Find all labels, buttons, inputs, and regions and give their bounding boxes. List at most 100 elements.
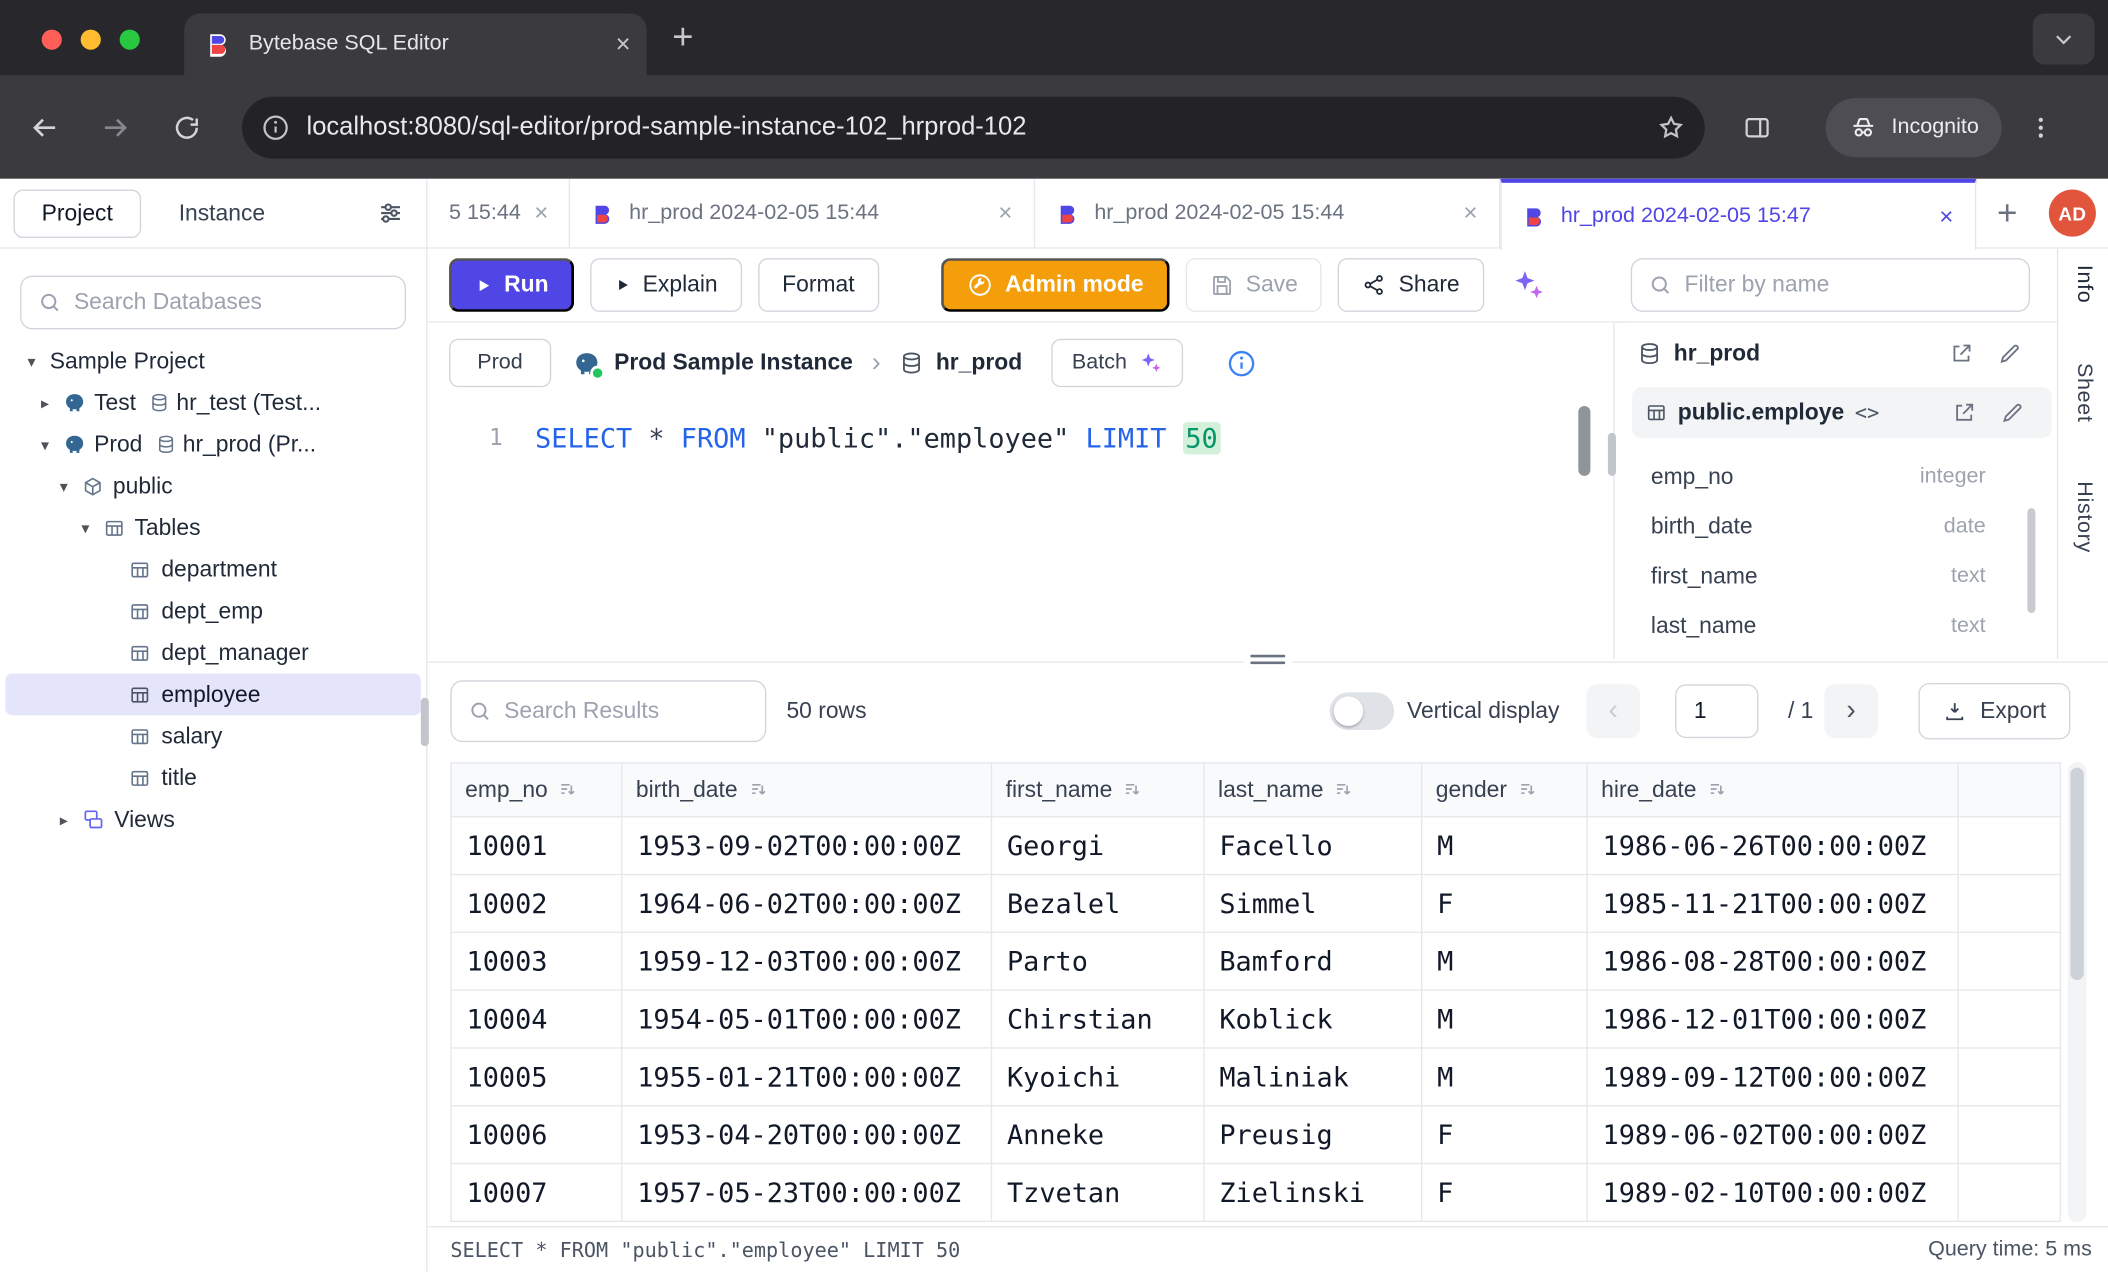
tree-project-row[interactable]: ▾ Sample Project bbox=[0, 340, 426, 382]
column-row[interactable]: last_name text bbox=[1651, 601, 1986, 651]
next-page-button[interactable]: › bbox=[1824, 684, 1878, 738]
column-header-last-name[interactable]: last_name bbox=[1204, 763, 1422, 817]
worksheet-tab-overflow[interactable]: 5 15:44 × bbox=[428, 179, 571, 248]
result-cell[interactable]: 1959-12-03T00:00:00Z bbox=[622, 932, 992, 990]
schema-table-row[interactable]: public.employe <> bbox=[1632, 387, 2051, 438]
rail-tab-history[interactable]: History bbox=[2071, 481, 2095, 553]
new-tab-button[interactable]: + bbox=[672, 19, 693, 55]
results-search-input[interactable] bbox=[504, 698, 749, 725]
filter-settings-icon[interactable] bbox=[376, 199, 404, 227]
tree-table-department[interactable]: department bbox=[0, 549, 426, 591]
result-cell[interactable]: 10002 bbox=[451, 875, 622, 933]
column-row[interactable]: emp_no integer bbox=[1651, 452, 1986, 502]
result-cell[interactable]: Zielinski bbox=[1204, 1164, 1422, 1222]
window-close-button[interactable] bbox=[42, 30, 62, 50]
result-cell[interactable]: Maliniak bbox=[1204, 1048, 1422, 1106]
result-cell[interactable]: 1989-06-02T00:00:00Z bbox=[1587, 1106, 1958, 1164]
result-cell[interactable]: 1986-12-01T00:00:00Z bbox=[1587, 990, 1958, 1048]
result-cell[interactable]: 10003 bbox=[451, 932, 622, 990]
result-cell[interactable]: 1964-06-02T00:00:00Z bbox=[622, 875, 992, 933]
bookmark-star-icon[interactable] bbox=[1656, 112, 1686, 142]
result-cell[interactable]: F bbox=[1422, 875, 1587, 933]
tab-project[interactable]: Project bbox=[13, 189, 141, 237]
save-button[interactable]: Save bbox=[1185, 258, 1322, 312]
schema-panel-scrollbar[interactable] bbox=[2027, 508, 2035, 613]
forward-button[interactable] bbox=[87, 99, 143, 155]
tree-schema-row[interactable]: ▾ public bbox=[0, 465, 426, 507]
instance-crumb[interactable]: Prod Sample Instance bbox=[614, 350, 853, 377]
tree-table-title[interactable]: title bbox=[0, 757, 426, 799]
result-cell[interactable]: Simmel bbox=[1204, 875, 1422, 933]
editor-scrollbar[interactable] bbox=[1578, 406, 1590, 476]
result-cell[interactable]: 10005 bbox=[451, 1048, 622, 1106]
result-cell[interactable]: 10004 bbox=[451, 990, 622, 1048]
caret-down-icon[interactable]: ▾ bbox=[54, 477, 74, 496]
worksheet-tab-active[interactable]: hr_prod 2024-02-05 15:47 × bbox=[1500, 179, 1976, 250]
panel-resize-handle[interactable] bbox=[1608, 433, 1616, 476]
external-link-icon[interactable] bbox=[1952, 401, 1976, 425]
database-search-input[interactable] bbox=[74, 289, 389, 316]
worksheet-tab-1[interactable]: hr_prod 2024-02-05 15:44 × bbox=[570, 179, 1035, 248]
vertical-display-toggle[interactable] bbox=[1329, 692, 1394, 730]
results-resize-handle[interactable] bbox=[1244, 651, 1292, 667]
result-cell[interactable]: Tzvetan bbox=[991, 1164, 1203, 1222]
result-cell[interactable]: Bamford bbox=[1204, 932, 1422, 990]
result-cell[interactable]: 1985-11-21T00:00:00Z bbox=[1587, 875, 1958, 933]
result-cell[interactable]: M bbox=[1422, 932, 1587, 990]
explain-button[interactable]: Explain bbox=[590, 258, 742, 312]
caret-right-icon[interactable]: ▸ bbox=[54, 810, 74, 829]
tree-tables-group-row[interactable]: ▾ Tables bbox=[0, 507, 426, 549]
environment-chip[interactable]: Prod bbox=[449, 339, 551, 387]
result-cell[interactable]: M bbox=[1422, 817, 1587, 875]
tree-database-test-row[interactable]: ▸ Test hr_test (Test... bbox=[0, 382, 426, 424]
window-minimize-button[interactable] bbox=[81, 30, 101, 50]
caret-down-icon[interactable]: ▾ bbox=[35, 435, 55, 454]
result-cell[interactable]: 1953-09-02T00:00:00Z bbox=[622, 817, 992, 875]
share-button[interactable]: Share bbox=[1338, 258, 1484, 312]
close-icon[interactable]: × bbox=[534, 199, 548, 227]
column-header-hire-date[interactable]: hire_date bbox=[1587, 763, 1958, 817]
result-cell[interactable]: 1954-05-01T00:00:00Z bbox=[622, 990, 992, 1048]
side-panel-icon[interactable] bbox=[1729, 99, 1785, 155]
result-cell[interactable]: Bezalel bbox=[991, 875, 1203, 933]
column-row[interactable]: first_name text bbox=[1651, 551, 1986, 601]
result-cell[interactable]: Chirstian bbox=[991, 990, 1203, 1048]
browser-menu-icon[interactable] bbox=[2012, 99, 2068, 155]
column-row[interactable]: birth_date date bbox=[1651, 501, 1986, 551]
edit-pencil-icon[interactable] bbox=[2000, 401, 2024, 425]
result-cell[interactable]: F bbox=[1422, 1106, 1587, 1164]
result-cell[interactable]: M bbox=[1422, 1048, 1587, 1106]
ai-assistant-button[interactable] bbox=[1500, 258, 1556, 312]
result-cell[interactable]: Anneke bbox=[991, 1106, 1203, 1164]
result-cell[interactable]: 10006 bbox=[451, 1106, 622, 1164]
schema-filter-input[interactable] bbox=[1685, 272, 2013, 299]
tab-close-icon[interactable]: × bbox=[616, 32, 631, 58]
result-cell[interactable]: 1989-09-12T00:00:00Z bbox=[1587, 1048, 1958, 1106]
window-zoom-button[interactable] bbox=[120, 30, 140, 50]
result-cell[interactable]: 1989-02-10T00:00:00Z bbox=[1587, 1164, 1958, 1222]
back-button[interactable] bbox=[16, 99, 72, 155]
result-cell[interactable]: F bbox=[1422, 1164, 1587, 1222]
code-glyph-icon[interactable]: <> bbox=[1855, 401, 1879, 425]
result-cell[interactable]: 10007 bbox=[451, 1164, 622, 1222]
column-header-emp-no[interactable]: emp_no bbox=[451, 763, 622, 817]
site-info-icon[interactable] bbox=[261, 112, 291, 142]
close-icon[interactable]: × bbox=[1463, 199, 1477, 227]
results-scrollbar-thumb[interactable] bbox=[2070, 768, 2083, 980]
rail-tab-sheet[interactable]: Sheet bbox=[2071, 363, 2095, 423]
tree-table-employee-selected[interactable]: employee bbox=[5, 674, 420, 716]
result-cell[interactable]: 1986-08-28T00:00:00Z bbox=[1587, 932, 1958, 990]
database-crumb[interactable]: hr_prod bbox=[936, 350, 1022, 377]
caret-down-icon[interactable]: ▾ bbox=[22, 352, 42, 371]
result-cell[interactable]: 10001 bbox=[451, 817, 622, 875]
caret-down-icon[interactable]: ▾ bbox=[75, 518, 95, 537]
reload-button[interactable] bbox=[159, 99, 215, 155]
external-link-icon[interactable] bbox=[1949, 341, 1973, 365]
tab-instance[interactable]: Instance bbox=[179, 200, 265, 227]
sql-editor[interactable]: 1 SELECT * FROM "public"."employee" LIMI… bbox=[428, 403, 1614, 653]
column-header-gender[interactable]: gender bbox=[1422, 763, 1587, 817]
format-button[interactable]: Format bbox=[758, 258, 879, 312]
tab-list-chevron-button[interactable] bbox=[2033, 13, 2095, 64]
export-button[interactable]: Export bbox=[1918, 683, 2070, 739]
address-bar[interactable]: localhost:8080/sql-editor/prod-sample-in… bbox=[242, 96, 1705, 158]
